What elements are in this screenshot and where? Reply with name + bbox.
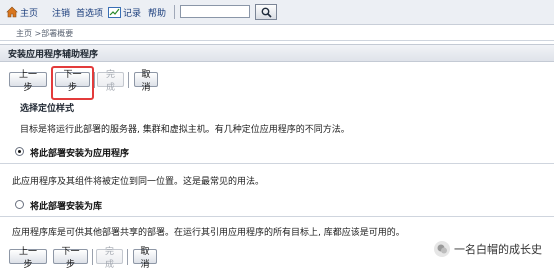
home-label: 主页	[20, 8, 39, 19]
logout-link[interactable]: 注销	[52, 4, 70, 20]
divider	[0, 163, 554, 164]
highlight-box	[51, 66, 94, 100]
preferences-label: 首选项	[76, 8, 104, 19]
search-button[interactable]	[255, 4, 277, 20]
section-heading: 选择定位样式	[20, 104, 75, 114]
log-label: 记录	[123, 8, 142, 19]
log-link[interactable]: 记录	[108, 4, 141, 20]
breadcrumb[interactable]: 主页 >部署概要	[16, 28, 73, 39]
toolbar-divider	[174, 5, 175, 19]
divider	[0, 40, 554, 41]
install-as-application-label[interactable]: 将此部署安装为应用程序	[30, 146, 129, 159]
button-divider	[128, 72, 129, 88]
search-input[interactable]	[180, 5, 250, 18]
finish-button-bottom: 完成	[96, 247, 123, 270]
logout-label: 注销	[52, 8, 71, 19]
install-as-application-radio[interactable]	[15, 147, 24, 156]
cancel-button[interactable]: 取消	[134, 70, 158, 93]
watermark-text: 一名白帽的成长史	[454, 243, 542, 256]
divider	[0, 216, 554, 217]
search-icon	[261, 7, 272, 18]
install-as-application-desc: 此应用程序及其组件将被定位到同一位置。这是最常见的用法。	[12, 177, 265, 187]
wechat-icon	[434, 241, 450, 257]
back-button-bottom[interactable]: 上一步	[9, 247, 47, 270]
help-label: 帮助	[148, 8, 167, 19]
button-divider	[94, 72, 95, 88]
top-toolbar: 主页 注销 首选项 记录 帮助	[0, 0, 554, 25]
install-as-library-desc: 应用程序库是可供其他部署共享的部署。在运行其引用应用程序的所有目标上, 库都应该…	[12, 228, 405, 238]
help-link[interactable]: 帮助	[148, 4, 166, 20]
home-icon	[6, 6, 18, 18]
cancel-button-bottom[interactable]: 取消	[133, 247, 157, 270]
chart-icon	[108, 6, 121, 18]
button-divider	[127, 249, 128, 265]
home-link[interactable]: 主页	[6, 4, 38, 20]
panel-title: 安装应用程序辅助程序	[8, 50, 99, 60]
button-divider	[92, 249, 93, 265]
panel-header: 安装应用程序辅助程序	[0, 44, 554, 62]
back-button[interactable]: 上一步	[9, 70, 47, 93]
install-as-library-radio[interactable]	[15, 200, 24, 209]
next-button-bottom[interactable]: 下一步	[53, 247, 88, 270]
preferences-link[interactable]: 首选项	[76, 4, 103, 20]
section-intro: 目标是将运行此部署的服务器, 集群和虚拟主机。有几种定位应用程序的不同方法。	[20, 125, 350, 135]
install-as-library-label[interactable]: 将此部署安装为库	[30, 199, 102, 212]
watermark: 一名白帽的成长史	[434, 241, 542, 257]
finish-button: 完成	[97, 70, 124, 93]
